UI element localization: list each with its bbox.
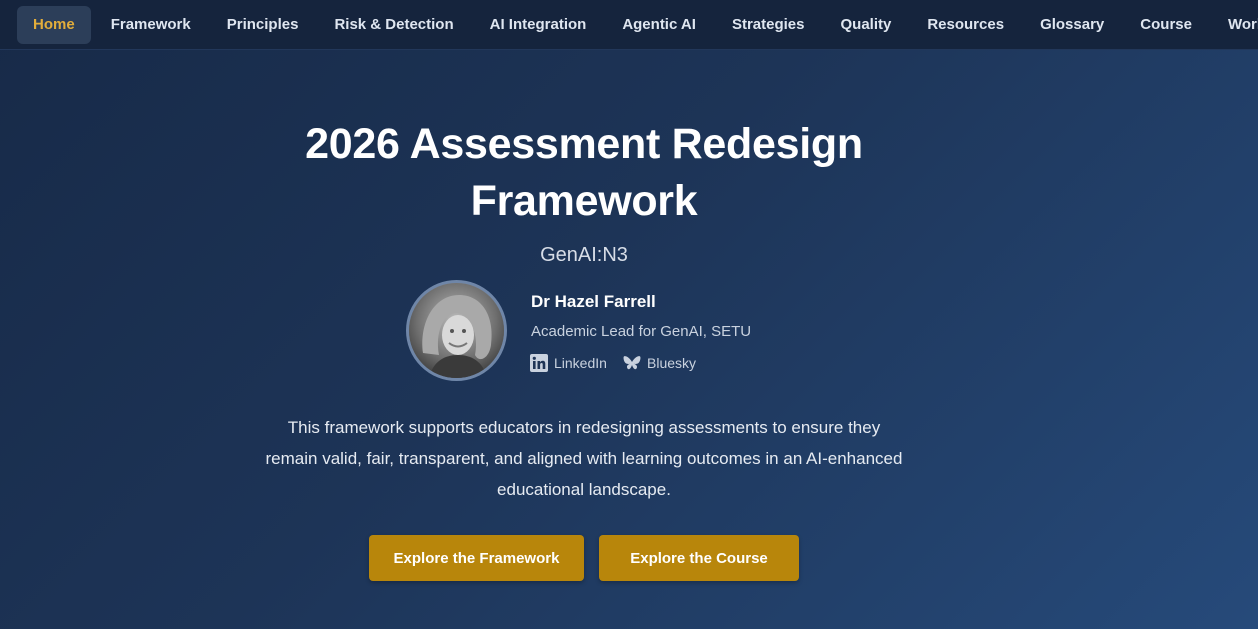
author-photo-icon (409, 283, 504, 378)
author-avatar (406, 280, 507, 381)
nav-item-home[interactable]: Home (17, 5, 91, 44)
author-role: Academic Lead for GenAI, SETU (531, 323, 752, 340)
page: Home Framework Principles Risk & Detecti… (0, 0, 1258, 629)
bluesky-label: Bluesky (647, 355, 697, 371)
nav-item-workshops[interactable]: Workshops (1212, 6, 1258, 44)
nav-item-ai-integration[interactable]: AI Integration (474, 6, 603, 44)
explore-framework-button[interactable]: Explore the Framework (369, 535, 584, 581)
page-subtitle: GenAI:N3 (540, 244, 628, 266)
author-name: Dr Hazel Farrell (531, 292, 656, 311)
explore-course-button[interactable]: Explore the Course (599, 535, 799, 581)
nav-item-framework[interactable]: Framework (95, 6, 207, 44)
nav-item-glossary[interactable]: Glossary (1024, 6, 1120, 44)
framework-description: This framework supports educators in red… (265, 418, 903, 499)
top-nav: Home Framework Principles Risk & Detecti… (0, 0, 1258, 50)
butterfly-icon (623, 356, 641, 370)
linkedin-link[interactable]: LinkedIn (530, 352, 607, 374)
page-title: 2026 Assessment Redesign Framework (234, 116, 934, 230)
page-title-line1: 2026 Assessment Redesign (305, 120, 863, 168)
linkedin-icon (530, 354, 548, 372)
nav-item-resources[interactable]: Resources (911, 6, 1020, 44)
page-title-line2: Framework (470, 177, 698, 225)
nav-item-strategies[interactable]: Strategies (716, 6, 821, 44)
nav-item-principles[interactable]: Principles (211, 6, 315, 44)
nav-item-agentic-ai[interactable]: Agentic AI (606, 6, 712, 44)
linkedin-label: LinkedIn (554, 355, 607, 371)
nav-item-course[interactable]: Course (1124, 6, 1208, 44)
nav-item-risk-detection[interactable]: Risk & Detection (318, 6, 469, 44)
nav-item-quality[interactable]: Quality (824, 6, 907, 44)
bluesky-link[interactable]: Bluesky (623, 352, 696, 374)
